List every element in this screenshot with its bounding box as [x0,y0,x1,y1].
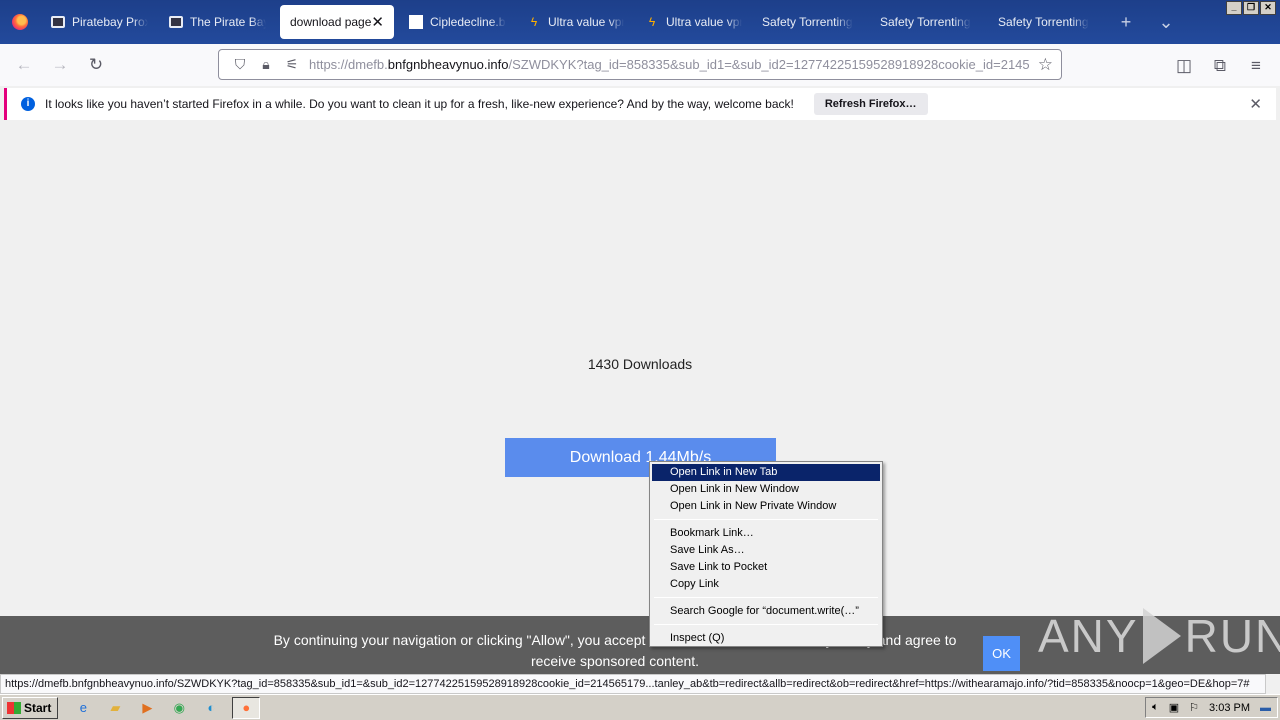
tab-label: Safety Torrenting [880,15,971,29]
refresh-firefox-button[interactable]: Refresh Firefox… [813,93,928,115]
play-icon [1142,608,1181,664]
tv-icon [168,14,184,30]
menu-item-open-new-tab[interactable]: Open Link in New Tab [652,464,880,481]
tab-2[interactable]: The Pirate Bay [158,5,276,39]
pocket-icon[interactable]: ◫ [1166,50,1202,82]
minimize-icon[interactable]: _ [1226,1,1242,15]
menu-separator [654,624,878,625]
edge-icon[interactable]: ◐ [200,697,222,719]
tab-label: Safety Torrenting [762,15,853,29]
tv-icon [50,14,66,30]
permissions-icon[interactable]: ⚟ [279,56,305,73]
tab-label: Safety Torrenting [998,15,1089,29]
start-button[interactable]: Start [2,696,59,719]
close-tab-icon[interactable]: ✕ [371,13,384,31]
hamburger-menu-icon[interactable]: ≡ [1238,50,1274,82]
reload-icon[interactable]: ↻ [78,49,114,81]
address-bar[interactable]: ⛉ 🔒︎ ⚟ https://dmefb.bnfgnbheavynuo.info… [218,49,1062,80]
notification-bar: i It looks like you haven’t started Fire… [4,88,1276,120]
tab-1[interactable]: Piratebay Proxy [40,5,158,39]
menu-item-copy-link[interactable]: Copy Link [652,576,880,593]
tab-strip: Piratebay Proxy The Pirate Bay download … [0,0,1280,44]
context-menu: Open Link in New Tab Open Link in New Wi… [649,461,883,647]
watermark-text-run: RUN [1184,610,1280,662]
menu-item-bookmark-link[interactable]: Bookmark Link… [652,525,880,542]
info-icon: i [21,97,35,111]
tab-label: Piratebay Proxy [72,15,148,29]
back-arrow-icon[interactable]: ← [6,49,42,81]
bolt-icon: ϟ [530,15,538,29]
url-text[interactable]: https://dmefb.bnfgnbheavynuo.info/SZWDKY… [309,57,1029,72]
tab-3-active[interactable]: download page ✕ [280,5,394,39]
speaker-icon[interactable]: 🔈︎ [1152,701,1159,714]
menu-separator [654,597,878,598]
tab-9[interactable]: Safety Torrenting [988,5,1106,39]
tab-5[interactable]: ϟ Ultra value vpn [516,5,634,39]
tab-8[interactable]: Safety Torrenting [870,5,988,39]
tab-label: download page [290,15,372,29]
flag-icon[interactable]: ⚐ [1189,701,1199,714]
system-tray: 🔈︎ ▣ ⚐ 3:03 PM ▬ [1145,697,1278,718]
url-domain: bnfgnbheavynuo.info [387,57,509,72]
tab-label: Ultra value vpn [666,15,742,29]
tab-7[interactable]: Safety Torrenting [752,5,870,39]
status-bar-link-url: https://dmefb.bnfgnbheavynuo.info/SZWDKY… [0,674,1266,694]
bolt-icon: ϟ [648,15,656,29]
menu-item-open-private-window[interactable]: Open Link in New Private Window [652,498,880,515]
notification-message: It looks like you haven’t started Firefo… [45,97,794,111]
tab-4[interactable]: Cipledecline.buzz [398,5,516,39]
extensions-icon[interactable]: ⧉ [1202,50,1238,82]
menu-item-save-to-pocket[interactable]: Save Link to Pocket [652,559,880,576]
watermark-text-any: ANY [1038,610,1139,662]
media-player-icon[interactable]: ▶ [136,697,158,719]
navigation-toolbar: ← → ↻ ⛉ 🔒︎ ⚟ https://dmefb.bnfgnbheavynu… [0,44,1280,86]
blank-page-icon [408,14,424,30]
chrome-icon[interactable]: ◉ [168,697,190,719]
tab-label: Ultra value vpn [548,15,624,29]
url-path: /SZWDKYK?tag_id=858335&sub_id1=&sub_id2=… [508,57,1029,72]
internet-explorer-icon[interactable]: e [72,697,94,719]
bookmark-star-icon[interactable]: ☆ [1038,55,1053,75]
network-icon[interactable]: ▣ [1169,701,1179,714]
taskbar: Start e ▰ ▶ ◉ ◐ ● 🔈︎ ▣ ⚐ 3:03 PM ▬ [0,694,1280,720]
menu-item-save-link-as[interactable]: Save Link As… [652,542,880,559]
window-controls: _ ❐ ✕ [1226,1,1276,15]
show-desktop-icon[interactable]: ▬ [1260,702,1271,714]
url-prefix: https://dmefb. [309,57,388,72]
tab-6[interactable]: ϟ Ultra value vpn [634,5,752,39]
clock: 3:03 PM [1209,701,1250,714]
start-label: Start [24,700,52,715]
firefox-taskbar-icon[interactable]: ● [232,696,261,719]
shield-icon[interactable]: ⛉ [227,56,253,73]
ok-button[interactable]: OK [983,636,1020,671]
download-count: 1430 Downloads [587,356,693,372]
tab-list-chevron-icon[interactable]: ⌄ [1146,5,1186,39]
menu-item-search-google[interactable]: Search Google for “document.write(…” [652,603,880,620]
consent-banner: By continuing your navigation or clickin… [0,608,1280,674]
tab-label: The Pirate Bay [190,15,266,29]
close-window-icon[interactable]: ✕ [1260,1,1276,15]
forward-arrow-icon[interactable]: → [42,49,78,81]
tab-label: Cipledecline.buzz [430,15,506,29]
new-tab-icon[interactable]: + [1106,5,1146,39]
firefox-menu-icon[interactable] [0,0,40,44]
folder-icon[interactable]: ▰ [104,697,126,719]
menu-item-open-new-window[interactable]: Open Link in New Window [652,481,880,498]
restore-icon[interactable]: ❐ [1243,1,1259,15]
close-notification-icon[interactable]: ✕ [1249,95,1262,113]
anyrun-watermark-logo: ANY RUN [1038,608,1280,664]
windows-logo-icon [7,701,21,714]
menu-item-inspect[interactable]: Inspect (Q) [652,630,880,647]
page-content: 1430 Downloads Download 1.44Mb/s By cont… [0,124,1280,674]
menu-separator [654,519,878,520]
lock-icon[interactable]: 🔒︎ [253,56,279,73]
